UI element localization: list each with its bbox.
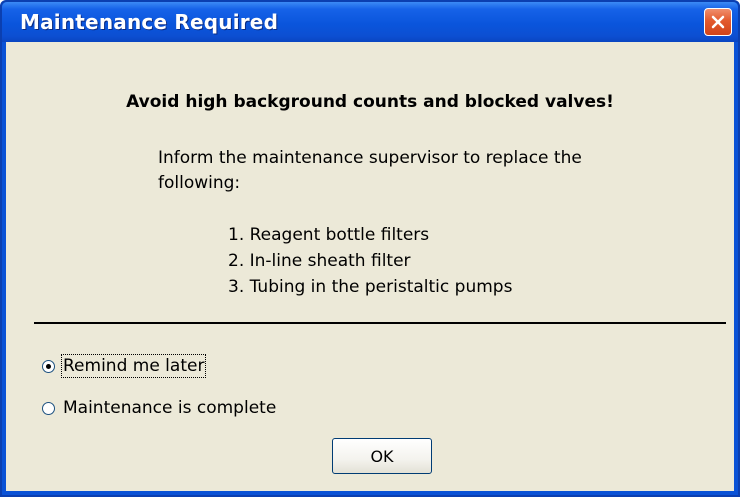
close-icon bbox=[711, 15, 725, 29]
warning-headline: Avoid high background counts and blocked… bbox=[126, 92, 614, 112]
replacement-list: 1. Reagent bottle filters 2. In-line she… bbox=[228, 222, 512, 300]
maintenance-complete-label[interactable]: Maintenance is complete bbox=[63, 398, 276, 418]
ok-button[interactable]: OK bbox=[332, 438, 432, 474]
divider bbox=[34, 322, 726, 324]
remind-later-label[interactable]: Remind me later bbox=[60, 354, 207, 378]
close-button[interactable] bbox=[704, 8, 732, 36]
instruction-text: Inform the maintenance supervisor to rep… bbox=[158, 148, 582, 193]
title-bar[interactable]: Maintenance Required bbox=[2, 2, 738, 42]
list-item: 3. Tubing in the peristaltic pumps bbox=[228, 277, 513, 297]
window-title: Maintenance Required bbox=[20, 10, 279, 34]
list-item: 1. Reagent bottle filters bbox=[228, 225, 430, 245]
maintenance-complete-option[interactable]: Maintenance is complete bbox=[42, 398, 276, 418]
maintenance-complete-radio[interactable] bbox=[42, 401, 55, 415]
list-item: 2. In-line sheath filter bbox=[228, 251, 411, 271]
remind-later-option[interactable]: Remind me later bbox=[42, 354, 207, 378]
dialog-window: Maintenance Required Avoid high backgrou… bbox=[0, 0, 740, 497]
dialog-body: Avoid high background counts and blocked… bbox=[6, 42, 734, 491]
remind-later-radio[interactable] bbox=[42, 359, 55, 373]
